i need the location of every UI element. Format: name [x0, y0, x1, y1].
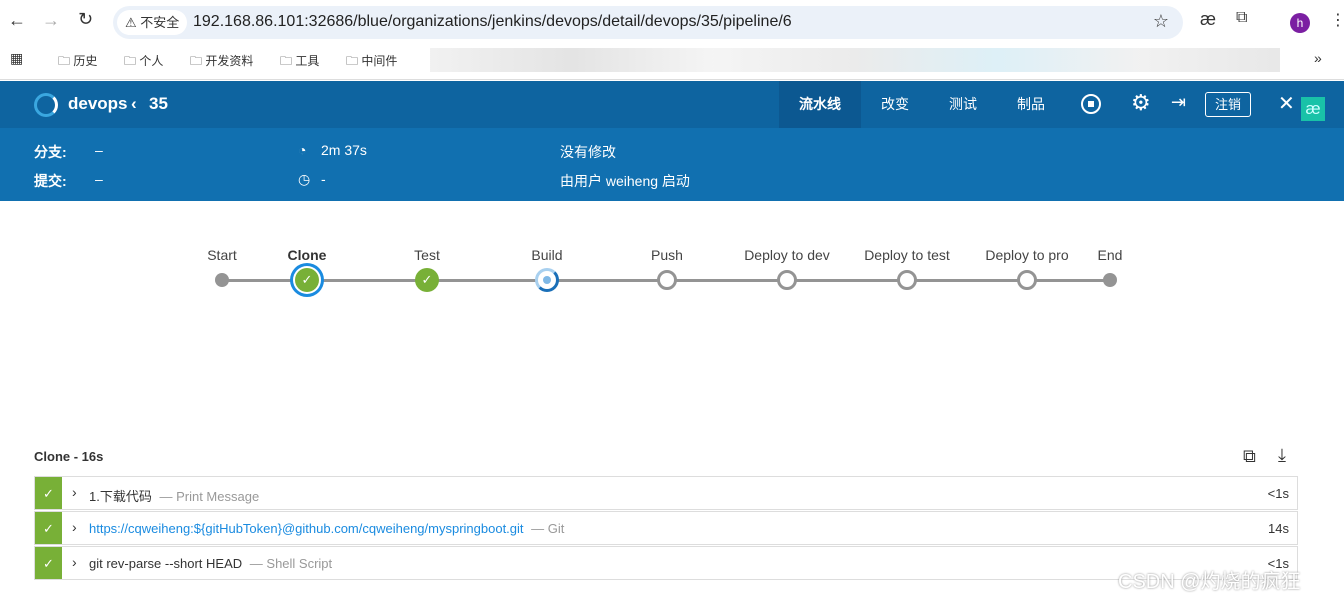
stage-node-success[interactable]: ✓ [415, 268, 439, 292]
stage-node-pending[interactable] [777, 270, 797, 290]
chevron-right-icon[interactable]: › [72, 554, 77, 570]
commit-value: – [95, 171, 103, 187]
bookmark-label: 历史 [73, 54, 98, 68]
bookmark-folder[interactable]: 🗀 中间件 [346, 52, 397, 73]
download-icon[interactable]: ⤓ [1278, 445, 1286, 466]
stage-node-running[interactable] [535, 268, 559, 292]
stage-label[interactable]: Start [207, 247, 237, 263]
step-name: git rev-parse --short HEAD [89, 556, 243, 571]
success-check-icon: ✓ [35, 477, 62, 509]
tab-artifacts[interactable]: 制品 [997, 81, 1065, 128]
stage-label[interactable]: Push [651, 247, 683, 263]
pipeline-title[interactable]: devops [68, 94, 128, 114]
clock-icon: ◷ [298, 171, 311, 187]
steps-title: Clone - 16s [34, 449, 104, 464]
security-badge[interactable]: ⚠ 不安全 [117, 10, 188, 35]
success-check-icon: ✓ [35, 547, 62, 579]
step-type: — Git [531, 521, 565, 536]
tab-tests[interactable]: 测试 [929, 81, 997, 128]
stage-label[interactable]: Deploy to dev [744, 247, 830, 263]
bookmark-label: 中间件 [361, 54, 398, 68]
star-icon[interactable]: ☆ [1153, 11, 1169, 32]
duration-value: 2m 37s [321, 142, 367, 158]
bookmark-label: 工具 [295, 54, 320, 68]
chevron-right-icon[interactable]: › [72, 519, 77, 535]
extension-ae-logo: æ [1301, 97, 1325, 121]
stage-label[interactable]: Deploy to pro [985, 247, 1068, 263]
branch-label: 分支: [34, 144, 67, 160]
success-check-icon: ✓ [35, 512, 62, 544]
stage-node-pending[interactable] [1017, 270, 1037, 290]
stage-node-success[interactable]: ✓ [295, 268, 319, 292]
started-by-text: 由用户 weiheng 启动 [560, 173, 690, 189]
step-type: — Shell Script [249, 556, 333, 571]
stage-node-pending[interactable] [657, 270, 677, 290]
run-summary: 分支: – 提交: – ◔ 2m 37s ◷ - 没有修改 由用户 weihen… [0, 128, 1344, 201]
running-status-icon [34, 93, 58, 117]
stage-node-start[interactable] [215, 273, 229, 287]
step-name[interactable]: https://cqweiheng:${gitHubToken}@github.… [89, 521, 524, 536]
step-name: 1.下载代码 [89, 489, 152, 504]
step-row[interactable]: ✓ › 1.下载代码 — Print Message <1s [34, 476, 1298, 510]
bookmark-folder[interactable]: 🗀 个人 [124, 52, 163, 73]
step-row[interactable]: ✓ › https://cqweiheng:${gitHubToken}@githu… [34, 511, 1298, 545]
stop-icon[interactable] [1081, 94, 1101, 114]
changes-text: 没有修改 [560, 144, 616, 160]
bookmark-folder[interactable]: 🗀 开发资料 [190, 52, 253, 73]
step-text: git rev-parse --short HEAD — Shell Scrip… [89, 556, 332, 571]
chevron-left-icon[interactable]: ‹ [131, 94, 137, 114]
forward-icon[interactable]: → [42, 10, 60, 31]
extensions-icon[interactable]: ⧉ [1236, 9, 1247, 27]
open-external-icon[interactable]: ⧉ [1243, 446, 1256, 467]
exit-icon[interactable]: ⇥ [1171, 92, 1186, 113]
stage-label[interactable]: Clone [288, 247, 327, 263]
bookmark-label: 个人 [139, 54, 164, 68]
security-label: 不安全 [140, 15, 180, 30]
bookmark-label: 开发资料 [205, 54, 254, 68]
step-duration: <1s [1267, 486, 1289, 501]
stage-label[interactable]: Test [414, 247, 440, 263]
avatar[interactable]: h [1290, 13, 1310, 33]
logout-button[interactable]: 注销 [1205, 92, 1251, 117]
app-header: devops ‹ 35 流水线 改变 测试 制品 ⚙ ⇥ 注销 ✕ æ [0, 81, 1344, 128]
browser-toolbar: ← → ↻ ⚠ 不安全 192.168.86.101:32686/blue/or… [0, 0, 1344, 40]
duration-icon: ◔ [298, 142, 307, 158]
bookmark-folder[interactable]: 🗀 历史 [58, 52, 97, 73]
step-duration: 14s [1268, 521, 1289, 536]
back-icon[interactable]: ← [8, 10, 26, 31]
tab-pipeline[interactable]: 流水线 [779, 81, 861, 128]
step-row[interactable]: ✓ › git rev-parse --short HEAD — Shell Scr… [34, 546, 1298, 580]
stage-label[interactable]: End [1098, 247, 1123, 263]
blurred-bookmarks [430, 48, 1280, 72]
watermark: CSDN @灼烧的疯狂 [1118, 571, 1301, 593]
bookmark-folder[interactable]: 🗀 工具 [280, 52, 319, 73]
apps-icon[interactable]: ▦ [10, 50, 23, 67]
more-bookmarks-icon[interactable]: » [1314, 50, 1322, 66]
reload-icon[interactable]: ↻ [78, 9, 93, 30]
menu-icon[interactable]: ⋮ [1330, 10, 1344, 30]
step-type: — Print Message [159, 489, 260, 504]
bookmarks-bar: ▦ 🗀 历史 🗀 个人 🗀 开发资料 🗀 工具 🗀 中间件 » [0, 40, 1344, 80]
stage-label[interactable]: Deploy to test [864, 247, 950, 263]
extension-ae-icon[interactable]: æ [1200, 9, 1216, 30]
step-text: 1.下载代码 — Print Message [89, 486, 259, 505]
run-number: 35 [149, 94, 168, 113]
stage-node-pending[interactable] [897, 270, 917, 290]
step-text: https://cqweiheng:${gitHubToken}@github.… [89, 521, 564, 536]
chevron-right-icon[interactable]: › [72, 484, 77, 500]
address-bar[interactable]: ⚠ 不安全 192.168.86.101:32686/blue/organiza… [113, 6, 1183, 39]
branch-value: – [95, 142, 103, 158]
stage-label[interactable]: Build [531, 247, 562, 263]
time-value: - [321, 171, 326, 187]
gear-icon[interactable]: ⚙ [1131, 90, 1151, 116]
url-text[interactable]: 192.168.86.101:32686/blue/organizations/… [193, 13, 792, 31]
stage-node-end[interactable] [1103, 273, 1117, 287]
close-icon[interactable]: ✕ [1278, 91, 1295, 116]
commit-label: 提交: [34, 173, 67, 189]
tab-changes[interactable]: 改变 [861, 81, 929, 128]
